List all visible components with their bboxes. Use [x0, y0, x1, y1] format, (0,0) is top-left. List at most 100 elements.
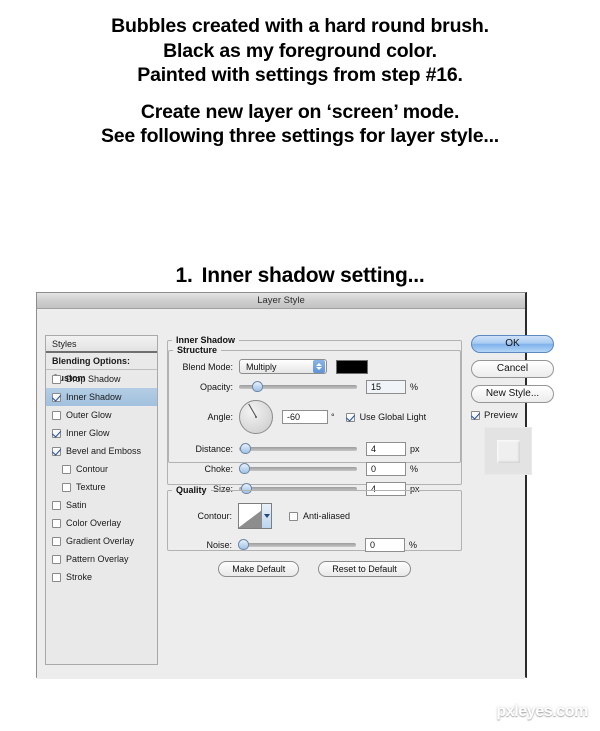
style-row-inner-glow[interactable]: Inner Glow — [46, 424, 157, 442]
instruction-text-block: Bubbles created with a hard round brush.… — [0, 14, 600, 149]
style-label-stroke: Stroke — [66, 572, 93, 582]
blend-mode-select[interactable]: Multiply — [239, 359, 327, 374]
style-row-contour[interactable]: Contour — [46, 460, 157, 478]
ok-button[interactable]: OK — [471, 335, 554, 353]
instruction-line-5: See following three settings for layer s… — [100, 125, 500, 147]
checkbox-preview[interactable] — [471, 411, 480, 420]
use-global-light-row[interactable]: Use Global Light — [345, 412, 426, 422]
checkbox-inner-glow[interactable] — [52, 428, 61, 438]
watermark: pxleyes.com — [496, 703, 588, 720]
choke-slider[interactable] — [239, 462, 357, 475]
checkbox-drop-shadow[interactable] — [52, 374, 61, 384]
checkbox-use-global-light[interactable] — [345, 412, 355, 422]
style-row-texture[interactable]: Texture — [46, 478, 157, 496]
contour-preset-picker[interactable] — [238, 503, 272, 529]
noise-row: Noise: 0 % — [168, 536, 461, 553]
distance-input[interactable]: 4 — [366, 441, 406, 456]
structure-group-title: Structure — [177, 345, 218, 355]
style-row-outer-glow[interactable]: Outer Glow — [46, 406, 157, 424]
choke-slider-track — [239, 467, 357, 471]
choke-slider-knob[interactable] — [239, 463, 250, 474]
checkbox-outer-glow[interactable] — [52, 410, 61, 420]
anti-aliased-label: Anti-aliased — [303, 511, 351, 521]
angle-row: Angle: -60 ° Use Global Light — [169, 397, 460, 437]
style-row-bevel-and-emboss[interactable]: Bevel and Emboss — [46, 442, 157, 460]
style-label-texture: Texture — [76, 482, 106, 492]
style-label-pattern-overlay: Pattern Overlay — [66, 554, 129, 564]
style-label-inner-shadow: Inner Shadow — [66, 392, 122, 402]
style-row-pattern-overlay[interactable]: Pattern Overlay — [46, 550, 157, 568]
distance-slider-knob[interactable] — [240, 443, 251, 454]
opacity-unit: % — [410, 381, 419, 392]
checkbox-contour[interactable] — [62, 464, 71, 474]
style-row-color-overlay[interactable]: Color Overlay — [46, 514, 157, 532]
new-style-button[interactable]: New Style... — [471, 385, 554, 403]
cancel-button[interactable]: Cancel — [471, 360, 554, 378]
checkbox-satin[interactable] — [52, 500, 61, 510]
choke-unit: % — [410, 463, 419, 474]
checkbox-bevel-and-emboss[interactable] — [52, 446, 61, 456]
dialog-titlebar[interactable]: Layer Style — [37, 293, 525, 309]
default-buttons-row: Make Default Reset to Default — [167, 561, 462, 577]
opacity-slider-knob[interactable] — [252, 381, 263, 392]
noise-slider[interactable] — [238, 538, 356, 551]
inner-shadow-group: Inner Shadow Structure Blend Mode: Multi… — [167, 335, 462, 496]
style-label-contour: Contour — [76, 464, 109, 474]
preview-thumbnail — [484, 427, 532, 475]
style-label-gradient-overlay: Gradient Overlay — [66, 536, 135, 546]
chevron-updown-icon[interactable] — [313, 360, 325, 373]
step-heading: 1. Inner shadow setting... — [0, 264, 600, 288]
checkbox-gradient-overlay[interactable] — [52, 536, 61, 546]
distance-row: Distance: 4 px — [169, 440, 460, 457]
checkbox-anti-aliased[interactable] — [289, 511, 298, 521]
shadow-color-swatch[interactable] — [336, 359, 368, 374]
styles-panel-header[interactable]: Styles — [46, 336, 157, 353]
chevron-down-icon[interactable] — [261, 504, 271, 528]
preview-label: Preview — [484, 410, 518, 421]
style-row-gradient-overlay[interactable]: Gradient Overlay — [46, 532, 157, 550]
blending-options-row[interactable]: Blending Options: Custom — [46, 353, 157, 383]
distance-slider[interactable] — [239, 442, 357, 455]
angle-input[interactable]: -60 — [282, 410, 328, 424]
checkbox-stroke[interactable] — [52, 572, 61, 582]
choke-input[interactable]: 0 — [366, 461, 406, 476]
opacity-slider[interactable] — [239, 380, 357, 393]
checkbox-inner-shadow[interactable] — [52, 392, 61, 402]
preview-thumbnail-inner — [496, 439, 520, 463]
contour-label: Contour: — [197, 511, 232, 521]
checkbox-pattern-overlay[interactable] — [52, 554, 61, 564]
style-label-color-overlay: Color Overlay — [66, 518, 122, 528]
noise-slider-knob[interactable] — [238, 539, 249, 550]
style-row-inner-shadow[interactable]: Inner Shadow — [46, 388, 157, 406]
step-heading-text: Inner shadow setting... — [201, 264, 425, 287]
noise-input[interactable]: 0 — [365, 537, 405, 552]
make-default-button[interactable]: Make Default — [218, 561, 300, 577]
quality-group: Quality Contour: Anti-aliased Noise: 0 % — [167, 485, 462, 553]
style-row-satin[interactable]: Satin — [46, 496, 157, 514]
contour-row: Contour: Anti-aliased — [168, 499, 461, 533]
instruction-line-2: Black as my foreground color. — [163, 39, 437, 62]
opacity-input[interactable]: 15 — [366, 379, 406, 394]
instruction-gap — [0, 88, 600, 100]
distance-slider-track — [239, 447, 357, 451]
choke-label: Choke: — [204, 463, 233, 474]
anti-aliased-row[interactable]: Anti-aliased — [289, 511, 350, 521]
inner-shadow-settings-panel: Inner Shadow Structure Blend Mode: Multi… — [167, 335, 462, 665]
checkbox-color-overlay[interactable] — [52, 518, 61, 528]
blend-mode-row: Blend Mode: Multiply — [169, 358, 460, 375]
instruction-line-1: Bubbles created with a hard round brush. — [111, 15, 489, 37]
quality-group-title: Quality — [176, 485, 207, 495]
reset-to-default-button[interactable]: Reset to Default — [318, 561, 411, 577]
checkbox-texture[interactable] — [62, 482, 71, 492]
dialog-title: Layer Style — [257, 295, 305, 306]
angle-dial[interactable] — [239, 400, 273, 434]
opacity-row: Opacity: 15 % — [169, 378, 460, 395]
style-label-satin: Satin — [66, 500, 87, 510]
structure-group: Structure Blend Mode: Multiply Opacity: — [168, 345, 461, 496]
choke-row: Choke: 0 % — [169, 460, 460, 477]
angle-unit: ° — [331, 412, 335, 422]
style-label-drop-shadow: Drop Shadow — [66, 374, 121, 384]
style-row-stroke[interactable]: Stroke — [46, 568, 157, 586]
noise-slider-track — [238, 543, 356, 547]
preview-toggle-row[interactable]: Preview — [471, 410, 521, 421]
